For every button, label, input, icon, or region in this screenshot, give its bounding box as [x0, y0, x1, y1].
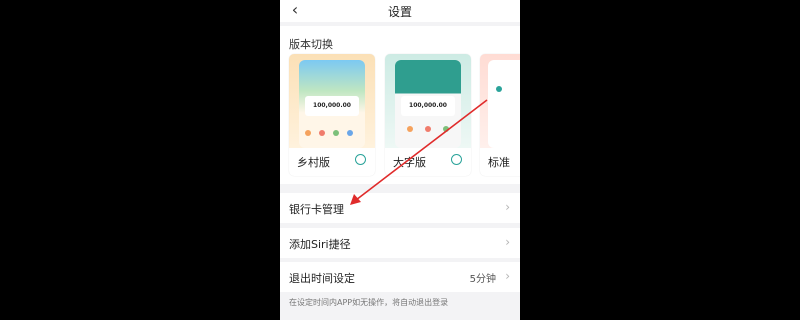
radio-large-font[interactable] — [451, 154, 462, 165]
page-title: 设置 — [387, 5, 412, 19]
bank-card-management-row[interactable]: 银行卡管理 › — [280, 193, 520, 223]
logout-hint-text: 在设定时间内APP如无操作，将自动退出登录 — [289, 298, 449, 307]
menu-dot-icon — [407, 126, 413, 132]
rural-preview-image: 100,000.00 — [289, 54, 375, 148]
row-label: 添加Siri捷径 — [289, 238, 351, 251]
version-option-rural[interactable]: 100,000.00 乡村版 — [289, 54, 375, 176]
large-font-phone-mockup: 100,000.00 — [395, 60, 461, 148]
version-option-standard[interactable]: 标准 — [480, 54, 520, 176]
logout-time-value: 5分钟 — [469, 274, 496, 285]
logout-time-setting-row[interactable]: 退出时间设定 5分钟 › — [280, 262, 520, 292]
standard-phone-mockup — [488, 60, 520, 148]
radio-rural[interactable] — [355, 154, 366, 165]
standard-preview-image — [480, 54, 520, 148]
version-label-large-font: 大字版 — [393, 156, 426, 169]
version-option-large-font[interactable]: 100,000.00 大字版 — [385, 54, 471, 176]
version-label-standard: 标准 — [488, 156, 510, 169]
chevron-right-icon: › — [505, 200, 510, 214]
chevron-right-icon: › — [505, 269, 510, 283]
menu-dot-icon — [425, 126, 431, 132]
rural-balance: 100,000.00 — [305, 96, 359, 116]
large-font-preview-image: 100,000.00 — [385, 54, 471, 148]
large-font-balance: 100,000.00 — [401, 96, 455, 116]
section-title: 版本切换 — [289, 38, 333, 51]
rural-phone-mockup: 100,000.00 — [299, 60, 365, 148]
menu-dot-icon — [496, 86, 502, 92]
menu-dot-icon — [347, 130, 353, 136]
phone-screen: ‹ 设置 版本切换 100,000.00 乡村版 100,000.00 大字版 … — [280, 0, 520, 320]
row-label: 退出时间设定 — [289, 272, 355, 285]
menu-dot-icon — [333, 130, 339, 136]
add-siri-shortcut-row[interactable]: 添加Siri捷径 › — [280, 228, 520, 258]
menu-dot-icon — [305, 130, 311, 136]
top-nav-bar: ‹ 设置 — [280, 0, 520, 22]
version-switch-section: 版本切换 100,000.00 乡村版 100,000.00 大字版 标准 — [280, 26, 520, 184]
menu-dot-icon — [319, 130, 325, 136]
chevron-right-icon: › — [505, 235, 510, 249]
version-label-rural: 乡村版 — [297, 156, 330, 169]
row-label: 银行卡管理 — [289, 203, 344, 216]
menu-dot-icon — [443, 126, 449, 132]
